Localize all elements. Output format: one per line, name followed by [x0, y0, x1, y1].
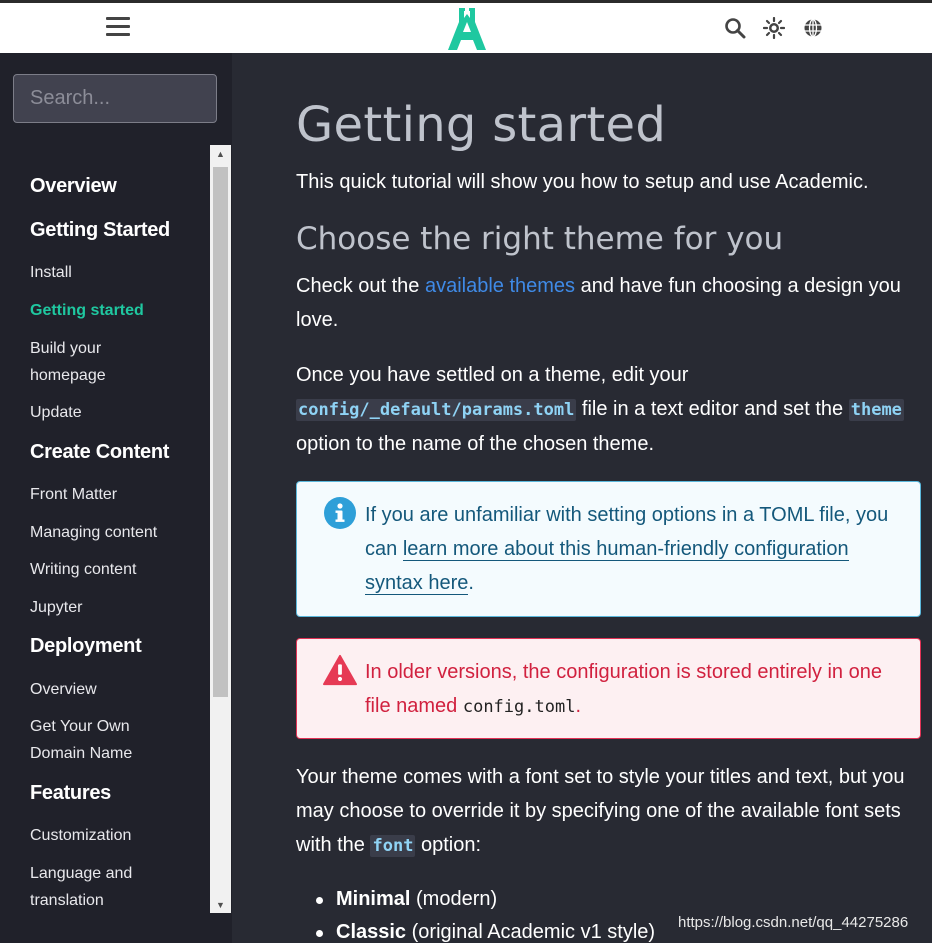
font-set-name: Minimal: [336, 888, 411, 910]
sidebar-item-managing-content[interactable]: Managing content: [30, 519, 157, 546]
sidebar-nav: Overview Getting Started Install Getting…: [0, 145, 210, 913]
scrollbar-thumb[interactable]: [213, 167, 228, 697]
list-item: Minimal (modern): [296, 883, 655, 916]
themes-paragraph: Check out the available themes and have …: [296, 269, 916, 337]
menu-toggle-button[interactable]: [106, 17, 130, 39]
sidebar-section-overview[interactable]: Overview: [30, 175, 117, 198]
params-path-code: config/_default/params.toml: [296, 399, 577, 421]
sidebar-item-customization[interactable]: Customization: [30, 822, 131, 849]
academic-logo-icon[interactable]: [448, 8, 486, 50]
watermark-text: https://blog.csdn.net/qq_44275286: [678, 914, 909, 931]
config-toml-code: config.toml: [462, 697, 576, 717]
font-set-list: Minimal (modern) Classic (original Acade…: [296, 883, 655, 943]
sidebar-item-getting-started[interactable]: Getting started: [30, 297, 144, 324]
font-set-desc: (modern): [410, 888, 498, 910]
text-span: option to the name of the chosen theme.: [296, 433, 655, 455]
top-navbar: [0, 0, 932, 53]
globe-icon[interactable]: [802, 17, 824, 39]
main-content: Getting started This quick tutorial will…: [232, 53, 932, 943]
text-span: .: [575, 695, 581, 717]
search-input[interactable]: [13, 74, 217, 123]
sidebar-item-language-translation[interactable]: Language and translation: [30, 860, 132, 914]
text-span: In older versions, the configuration is …: [365, 661, 882, 717]
theme-toggle-icon[interactable]: [763, 17, 785, 39]
text-span: option:: [415, 834, 482, 856]
hamburger-icon: [106, 17, 130, 20]
sidebar-section-getting-started[interactable]: Getting Started: [30, 219, 170, 242]
sidebar-item-install[interactable]: Install: [30, 259, 72, 286]
sidebar-scrollbar[interactable]: ▲ ▼: [210, 145, 231, 913]
sidebar-item-jupyter[interactable]: Jupyter: [30, 594, 82, 621]
info-circle-icon: [324, 497, 356, 529]
font-set-name: Classic: [336, 921, 407, 943]
scroll-down-icon[interactable]: ▼: [210, 896, 231, 913]
scroll-up-icon[interactable]: ▲: [210, 145, 231, 162]
sidebar-item-writing-content[interactable]: Writing content: [30, 556, 136, 583]
info-alert-text: If you are unfamiliar with setting optio…: [365, 498, 905, 600]
hamburger-line: [106, 33, 130, 36]
text-span: Once you have settled on a theme, edit y…: [296, 364, 689, 386]
sidebar-section-create-content[interactable]: Create Content: [30, 441, 169, 464]
docs-sidebar: Overview Getting Started Install Getting…: [0, 53, 232, 943]
page-title: Getting started: [296, 97, 667, 153]
sidebar-item-build-homepage[interactable]: Build your homepage: [30, 335, 106, 389]
theme-option-code: theme: [848, 399, 904, 421]
sidebar-section-features[interactable]: Features: [30, 782, 111, 805]
sidebar-item-front-matter[interactable]: Front Matter: [30, 481, 117, 508]
intro-paragraph: This quick tutorial will show you how to…: [296, 171, 869, 193]
list-item: Classic (original Academic v1 style): [296, 916, 655, 943]
font-option-code: font: [370, 835, 416, 857]
sidebar-item-update[interactable]: Update: [30, 399, 82, 426]
sidebar-item-deployment-overview[interactable]: Overview: [30, 676, 97, 703]
text-span: Check out the: [296, 275, 425, 297]
available-themes-link[interactable]: available themes: [425, 275, 575, 297]
text-span: file in a text editor and set the: [576, 398, 849, 420]
section-heading: Choose the right theme for you: [296, 221, 784, 257]
fonts-paragraph: Your theme comes with a font set to styl…: [296, 760, 916, 863]
warning-alert-text: In older versions, the configuration is …: [365, 655, 905, 724]
toml-syntax-link[interactable]: learn more about this human-friendly con…: [365, 538, 849, 595]
hamburger-line: [106, 25, 130, 28]
text-span: .: [468, 572, 474, 594]
warning-alert: In older versions, the configuration is …: [296, 638, 921, 739]
search-icon[interactable]: [724, 17, 746, 39]
config-paragraph: Once you have settled on a theme, edit y…: [296, 358, 916, 461]
font-set-desc: (original Academic v1 style): [406, 921, 656, 943]
warning-triangle-icon: [323, 654, 357, 686]
sidebar-item-custom-domain[interactable]: Get Your Own Domain Name: [30, 713, 132, 767]
sidebar-section-deployment[interactable]: Deployment: [30, 635, 142, 658]
info-alert: If you are unfamiliar with setting optio…: [296, 481, 921, 617]
